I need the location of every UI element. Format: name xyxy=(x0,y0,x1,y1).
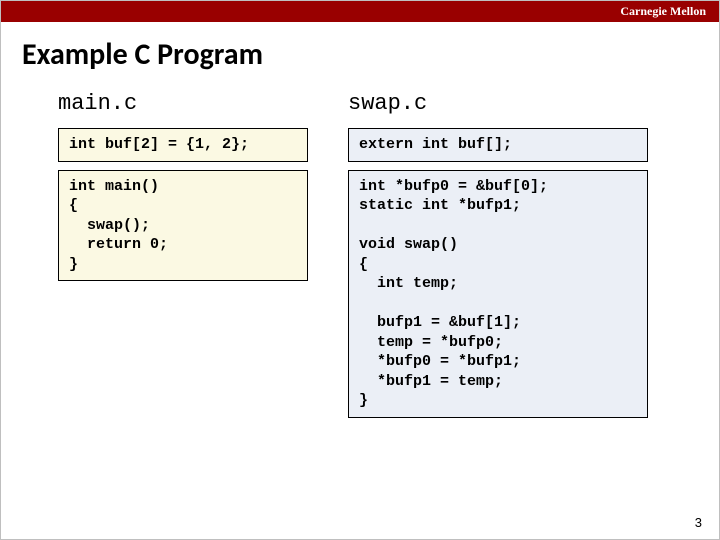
right-column: swap.c extern int buf[]; int *bufp0 = &b… xyxy=(348,91,648,418)
code-main-decl: int buf[2] = {1, 2}; xyxy=(58,128,308,162)
content-columns: main.c int buf[2] = {1, 2}; int main() {… xyxy=(0,91,720,418)
filename-main: main.c xyxy=(58,91,308,116)
code-main-func: int main() { swap(); return 0; } xyxy=(58,170,308,282)
filename-swap: swap.c xyxy=(348,91,648,116)
slide-title: Example C Program xyxy=(22,36,720,73)
header-bar: Carnegie Mellon xyxy=(0,0,720,22)
brand-text: Carnegie Mellon xyxy=(620,4,706,19)
page-number: 3 xyxy=(695,515,702,530)
left-column: main.c int buf[2] = {1, 2}; int main() {… xyxy=(58,91,308,418)
code-swap-func: int *bufp0 = &buf[0]; static int *bufp1;… xyxy=(348,170,648,418)
code-swap-extern: extern int buf[]; xyxy=(348,128,648,162)
